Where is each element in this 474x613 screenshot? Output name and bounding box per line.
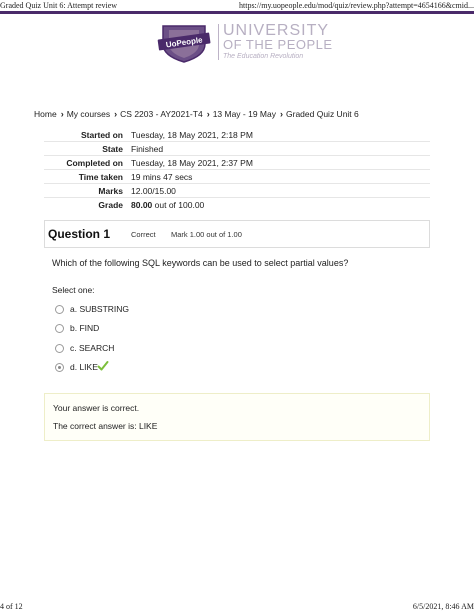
breadcrumb-home[interactable]: Home	[34, 109, 57, 119]
summary-value: Finished	[131, 144, 164, 154]
chevron-right-icon: ›	[206, 109, 210, 119]
summary-row-started: Started on Tuesday, 18 May 2021, 2:18 PM	[44, 128, 430, 141]
summary-value: 12.00/15.00	[131, 186, 176, 196]
option-label: b. FIND	[70, 323, 100, 333]
feedback-result: Your answer is correct.	[53, 403, 140, 413]
chevron-right-icon: ›	[60, 109, 64, 119]
print-url: https://my.uopeople.edu/mod/quiz/review.…	[239, 1, 474, 10]
question-text: Which of the following SQL keywords can …	[52, 258, 349, 268]
logo-line1: UNIVERSITY	[223, 22, 330, 39]
breadcrumb-course[interactable]: CS 2203 - AY2021-T4	[120, 109, 203, 119]
summary-value: Tuesday, 18 May 2021, 2:18 PM	[131, 130, 253, 140]
site-logo[interactable]: UoPeople UNIVERSITY OF THE PEOPLE The Ed…	[155, 22, 332, 66]
feedback-correct-answer: The correct answer is: LIKE	[53, 421, 158, 431]
logo-tagline: The Education Revolution	[223, 53, 304, 60]
radio-button[interactable]	[55, 305, 64, 314]
summary-label: Started on	[80, 130, 123, 140]
summary-label: Grade	[98, 200, 123, 210]
print-footer: 4 of 12 6/5/2021, 8:46 AM	[0, 601, 474, 613]
summary-value: 19 mins 47 secs	[131, 172, 193, 182]
logo-line2: OF THE PEOPLE	[223, 37, 333, 52]
option-label: a. SUBSTRING	[70, 304, 130, 314]
select-one-label: Select one:	[52, 285, 95, 295]
summary-row-marks: Marks 12.00/15.00	[44, 183, 430, 197]
chevron-right-icon: ›	[114, 109, 118, 119]
radio-button[interactable]	[55, 324, 64, 333]
print-page-number: 4 of 12	[0, 602, 23, 611]
summary-label: Completed on	[66, 158, 123, 168]
summary-value: 80.00 out of 100.00	[131, 200, 204, 210]
summary-label: State	[102, 144, 123, 154]
logo-divider	[218, 24, 219, 60]
summary-row-completed: Completed on Tuesday, 18 May 2021, 2:37 …	[44, 155, 430, 169]
question-state: Correct	[131, 230, 156, 239]
print-datetime: 6/5/2021, 8:46 AM	[412, 602, 474, 611]
summary-label: Time taken	[78, 172, 123, 182]
breadcrumb-week[interactable]: 13 May - 19 May	[213, 109, 276, 119]
check-icon	[97, 361, 109, 371]
question-title: Question 1	[48, 227, 111, 241]
grade-value: 80.00	[131, 200, 153, 210]
attempt-summary-table: Started on Tuesday, 18 May 2021, 2:18 PM…	[44, 128, 430, 211]
option-label: d. LIKE	[70, 362, 98, 372]
top-brand-bar	[0, 11, 474, 14]
summary-label: Marks	[98, 186, 123, 196]
summary-row-state: State Finished	[44, 141, 430, 155]
summary-row-grade: Grade 80.00 out of 100.00	[44, 197, 430, 211]
feedback-box: Your answer is correct. The correct answ…	[44, 393, 430, 441]
summary-row-time-taken: Time taken 19 mins 47 secs	[44, 169, 430, 183]
grade-out-of: out of 100.00	[152, 200, 205, 210]
radio-button[interactable]	[55, 344, 64, 353]
print-title: Graded Quiz Unit 6: Attempt review	[0, 1, 118, 10]
breadcrumb-quiz[interactable]: Graded Quiz Unit 6	[286, 109, 359, 119]
breadcrumb: Home › My courses › CS 2203 - AY2021-T4 › 13 M…	[34, 109, 359, 119]
question-info-box: Question 1 Correct Mark 1.00 out of 1.00	[44, 220, 430, 248]
radio-button-checked[interactable]	[55, 363, 64, 372]
option-label: c. SEARCH	[70, 343, 115, 353]
question-mark: Mark 1.00 out of 1.00	[171, 230, 242, 239]
chevron-right-icon: ›	[280, 109, 283, 119]
uopeople-shield-icon: UoPeople	[157, 25, 211, 63]
breadcrumb-my-courses[interactable]: My courses	[67, 109, 110, 119]
summary-value: Tuesday, 18 May 2021, 2:37 PM	[131, 158, 253, 168]
